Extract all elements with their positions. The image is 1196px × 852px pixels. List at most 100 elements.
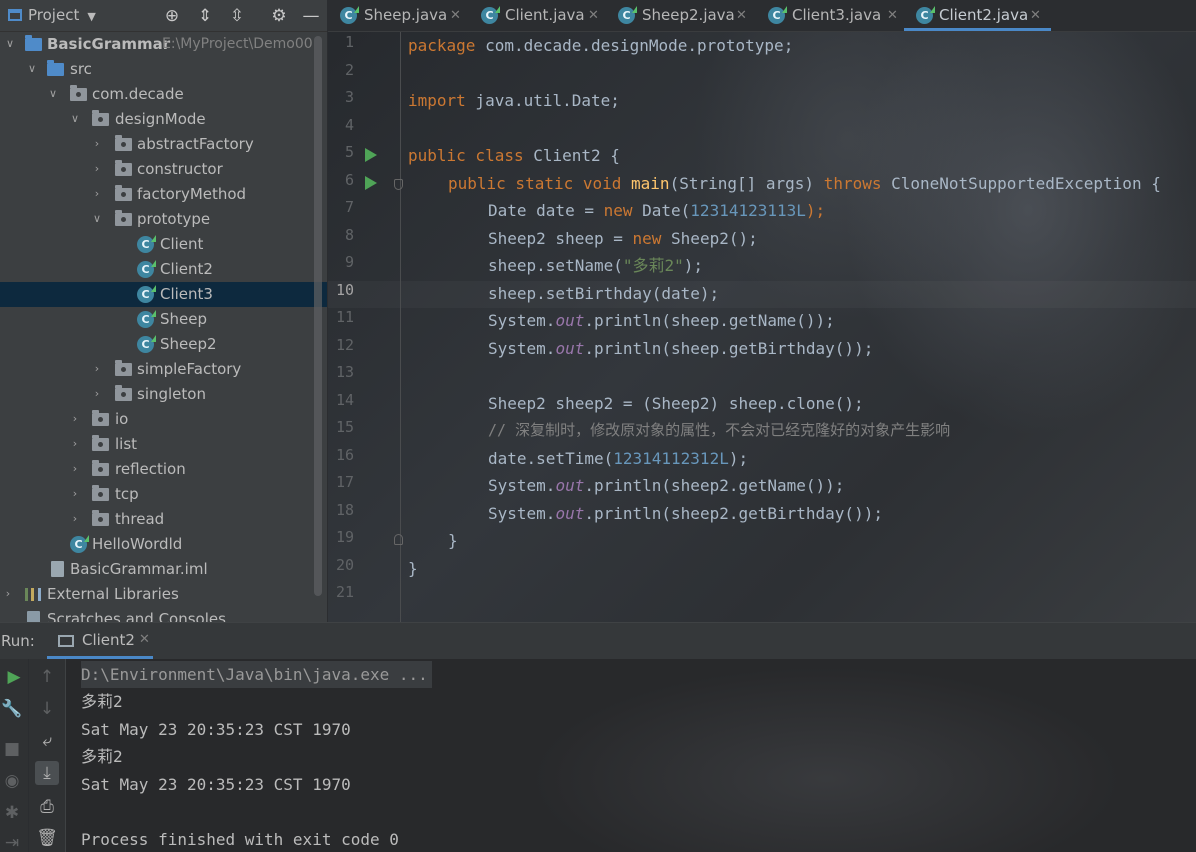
tree-item-simplefactory[interactable]: › simpleFactory xyxy=(0,357,327,382)
close-icon[interactable]: ✕ xyxy=(450,0,461,31)
chevron-down-icon[interactable]: ▼ xyxy=(87,10,95,23)
tree-item-tcp[interactable]: › tcp xyxy=(0,482,327,507)
source-folder-icon xyxy=(47,60,64,76)
close-icon[interactable]: ✕ xyxy=(736,0,747,31)
locate-file-icon[interactable]: ⊕ xyxy=(161,5,183,27)
exit-icon[interactable]: ⇥ xyxy=(0,831,24,852)
chevron-right-icon[interactable]: › xyxy=(69,438,81,450)
run-tab-client2[interactable]: Client2 ✕ xyxy=(47,623,153,659)
tree-item-thread[interactable]: › thread xyxy=(0,507,327,532)
chevron-down-icon[interactable]: ∨ xyxy=(47,88,59,100)
tree-item-label: list xyxy=(115,435,138,453)
tree-item-io[interactable]: › io xyxy=(0,407,327,432)
close-icon[interactable]: ✕ xyxy=(588,0,599,31)
tree-item-client3[interactable]: C Client3 xyxy=(0,282,327,307)
tab-client-java[interactable]: C Client.java ✕ xyxy=(481,0,609,31)
chevron-right-icon[interactable]: › xyxy=(69,463,81,475)
fold-marker-icon[interactable] xyxy=(394,534,403,545)
expand-all-icon[interactable]: ⇕ xyxy=(194,5,216,27)
chevron-right-icon[interactable]: › xyxy=(69,488,81,500)
stop-icon[interactable]: ■ xyxy=(0,737,24,761)
tree-item-sheep[interactable]: C Sheep xyxy=(0,307,327,332)
tab-client2-java[interactable]: C Client2.java ✕ xyxy=(904,0,1051,31)
tree-item-constructor[interactable]: › constructor xyxy=(0,157,327,182)
chevron-down-icon[interactable]: ∨ xyxy=(69,113,81,125)
wrench-icon[interactable]: 🔧 xyxy=(0,697,24,721)
run-tab-label: Client2 xyxy=(82,631,135,649)
print-icon[interactable]: ⎙ xyxy=(35,795,59,819)
hide-panel-icon[interactable]: — xyxy=(300,5,322,27)
chevron-right-icon[interactable]: › xyxy=(69,413,81,425)
tree-item-root[interactable]: ∨ BasicGrammar E:\MyProject\Demo00 xyxy=(0,32,327,57)
chevron-down-icon[interactable]: ∨ xyxy=(26,63,38,75)
chevron-right-icon[interactable]: › xyxy=(91,363,103,375)
tree-item-iml[interactable]: BasicGrammar.iml xyxy=(0,557,327,582)
debug-settings-icon[interactable]: ✱ xyxy=(0,801,24,825)
tree-item-client[interactable]: C Client xyxy=(0,232,327,257)
tab-sheep2-java[interactable]: C Sheep2.java ✕ xyxy=(618,0,758,31)
arrow-up-icon[interactable]: ↑ xyxy=(35,665,59,689)
tree-item-prototype[interactable]: ∨ prototype xyxy=(0,207,327,232)
code-token: Date( xyxy=(632,201,691,220)
tree-item-abstractfactory[interactable]: › abstractFactory xyxy=(0,132,327,157)
close-icon[interactable]: ✕ xyxy=(887,0,898,31)
java-class-icon: C xyxy=(340,6,359,24)
package-icon xyxy=(115,135,132,151)
project-header: Project ▼ ⊕ ⇕ ⇳ ⚙ — xyxy=(0,0,327,32)
tree-item-scratches[interactable]: Scratches and Consoles xyxy=(0,607,327,622)
gear-icon[interactable]: ⚙ xyxy=(268,5,290,27)
rerun-icon[interactable]: ▶ xyxy=(2,665,26,689)
tree-item-label: simpleFactory xyxy=(137,360,242,378)
chevron-down-icon[interactable]: ∨ xyxy=(4,38,16,50)
code-line-3: import java.util.Date; xyxy=(408,87,620,114)
tree-item-hellowordld[interactable]: C HelloWordld xyxy=(0,532,327,557)
code-line-1: package com.decade.designMode.prototype; xyxy=(408,32,793,59)
tree-item-factorymethod[interactable]: › factoryMethod xyxy=(0,182,327,207)
chevron-right-icon[interactable]: › xyxy=(2,588,14,600)
chevron-right-icon[interactable]: › xyxy=(91,138,103,150)
chevron-right-icon[interactable]: › xyxy=(91,188,103,200)
project-scrollbar[interactable] xyxy=(314,36,322,596)
tree-item-client2[interactable]: C Client2 xyxy=(0,257,327,282)
line-number: 8 xyxy=(344,226,354,244)
tree-item-sheep2[interactable]: C Sheep2 xyxy=(0,332,327,357)
chevron-right-icon[interactable]: › xyxy=(69,513,81,525)
console-output[interactable]: D:\Environment\Java\bin\java.exe ... 多莉2… xyxy=(66,659,1196,852)
close-icon[interactable]: ✕ xyxy=(1030,0,1041,31)
tree-item-designmode[interactable]: ∨ designMode xyxy=(0,107,327,132)
code-token: .println(sheep.getName()); xyxy=(584,311,835,330)
tree-item-reflection[interactable]: › reflection xyxy=(0,457,327,482)
tree-item-external-libraries[interactable]: › External Libraries xyxy=(0,582,327,607)
run-main-icon[interactable] xyxy=(365,176,377,190)
project-view-selector[interactable]: Project ▼ xyxy=(8,6,96,24)
chevron-down-icon[interactable]: ∨ xyxy=(91,213,103,225)
tab-label: Client3.java xyxy=(792,6,882,24)
code-token: .println(sheep2.getName()); xyxy=(584,476,845,495)
code-line-7: Date date = new Date(12314123113L); xyxy=(488,197,825,224)
code-token: sheep.setName( xyxy=(488,256,623,275)
soft-wrap-icon[interactable]: ⤶ xyxy=(35,729,59,753)
close-icon[interactable]: ✕ xyxy=(139,632,150,647)
tree-item-singleton[interactable]: › singleton xyxy=(0,382,327,407)
tree-item-com-decade[interactable]: ∨ com.decade xyxy=(0,82,327,107)
fold-marker-icon[interactable] xyxy=(394,179,403,190)
tree-item-label: thread xyxy=(115,510,165,528)
tree-item-src[interactable]: ∨ src xyxy=(0,57,327,82)
chevron-right-icon[interactable]: › xyxy=(91,388,103,400)
tab-sheep-java[interactable]: C Sheep.java ✕ xyxy=(340,0,470,31)
library-icon xyxy=(25,588,41,601)
chevron-right-icon[interactable]: › xyxy=(91,163,103,175)
trash-icon[interactable]: 🗑 xyxy=(35,826,59,850)
tab-client3-java[interactable]: C Client3.java ✕ xyxy=(768,0,908,31)
camera-icon[interactable]: ◉ xyxy=(0,769,24,793)
tree-item-label: io xyxy=(115,410,129,428)
tree-item-label: tcp xyxy=(115,485,139,503)
tree-item-list[interactable]: › list xyxy=(0,432,327,457)
run-class-icon[interactable] xyxy=(365,148,377,162)
code-line-9: sheep.setName("多莉2"); xyxy=(488,252,703,279)
arrow-down-icon[interactable]: ↓ xyxy=(35,697,59,721)
line-number: 18 xyxy=(335,501,354,519)
line-number: 4 xyxy=(344,116,354,134)
collapse-all-icon[interactable]: ⇳ xyxy=(226,5,248,27)
scroll-to-end-icon[interactable]: ⤓ xyxy=(35,761,59,785)
